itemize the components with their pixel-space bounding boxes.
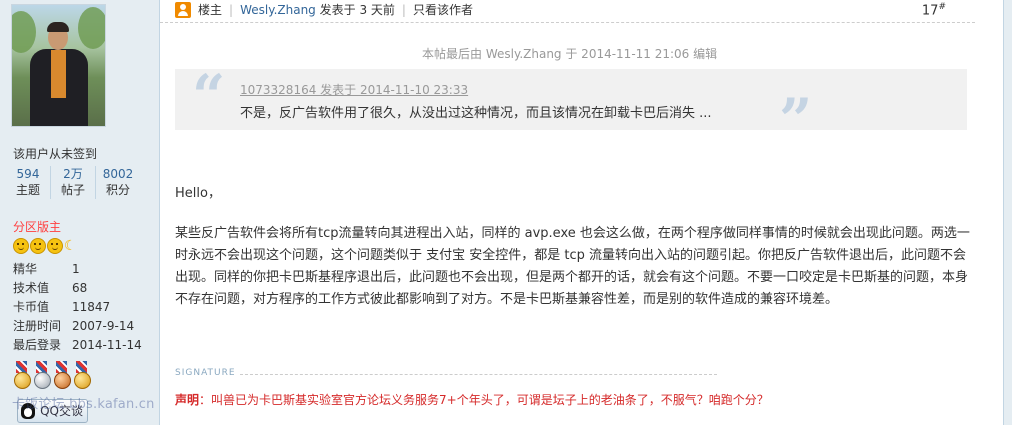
signature-prefix: 声明 [175,393,200,407]
role-label: 楼主 [198,3,223,17]
avatar-tree [12,11,36,53]
signature-text: ：叫兽已为卡巴斯基实验室官方论坛义务服务7+个年头了，可谓是坛子上的老油条了，不… [199,393,769,407]
stat-value[interactable]: 8002 [96,166,140,182]
info-value: 68 [72,281,88,295]
sun-face-icon [30,238,46,254]
user-group[interactable]: 分区版主 [13,218,61,235]
author-link[interactable]: Wesly.Zhang [240,3,316,17]
info-row: 注册时间 2007-9-14 [13,317,142,336]
quote-block: “ 1073328164 发表于 2014-11-10 23:33 不是，反广告… [175,62,967,149]
info-key: 技术值 [13,281,50,295]
info-row: 精华 1 [13,260,142,279]
posted-time: 发表于 3 天前 [319,3,395,17]
user-sidebar: 该用户从未签到 594 主题 2万 帖子 8002 积分 分区版主 ☾ 精华 1 … [0,0,160,425]
separator: | [401,3,406,17]
rank-stars: ☾ [13,238,77,254]
post-content: Hello， 某些反广告软件会将所有tcp流量转向其进程出入站，同样的 avp.… [175,183,970,311]
stat-label: 主题 [15,183,40,197]
floor-value: 17 [921,3,939,19]
avatar-shirt [51,50,66,98]
info-key: 注册时间 [13,319,62,333]
medal-icon[interactable] [33,361,51,391]
stat-posts[interactable]: 2万 帖子 [51,166,96,199]
info-row: 技术值 68 [13,279,142,298]
quote-text: 不是，反广告软件用了很久，从没出过这种情况，而且该情况在卸载卡巴后消失 ... [240,106,712,121]
floor-number[interactable]: 17# [922,2,946,18]
edit-note: 本帖最后由 Wesly.Zhang 于 2014-11-11 21:06 编辑 [422,47,718,61]
signature-divider [240,374,717,375]
thread-starter-icon [175,2,191,18]
info-row: 最后登录 2014-11-14 [13,336,142,355]
signature: 声明：叫兽已为卡巴斯基实验室官方论坛义务服务7+个年头了，可谓是坛子上的老油条了… [175,391,769,408]
info-value: 1 [72,262,80,276]
separator: | [229,3,234,17]
info-value: 2014-11-14 [72,338,142,352]
post-greeting: Hello， [175,186,221,201]
avatar-tree [78,7,105,49]
user-stats: 594 主题 2万 帖子 8002 积分 [6,166,140,199]
right-border [1003,0,1012,425]
avatar[interactable] [11,4,106,127]
post-meta: 楼主 | Wesly.Zhang 发表于 3 天前 | 只看该作者 [198,1,473,18]
medal-icon[interactable] [73,361,91,391]
post-paragraph: 某些反广告软件会将所有tcp流量转向其进程出入站，同样的 avp.exe 也会这… [175,226,970,307]
stat-topics[interactable]: 594 主题 [6,166,51,199]
quote-source-link[interactable]: 1073328164 发表于 2014-11-10 23:33 [240,81,468,98]
sun-face-icon [47,238,63,254]
medal-icon[interactable] [13,361,31,391]
signin-status: 该用户从未签到 [13,147,98,161]
info-key: 精华 [13,262,38,276]
only-author-link[interactable]: 只看该作者 [413,3,473,17]
stat-value[interactable]: 2万 [51,166,95,182]
open-quote-icon: “ [192,62,226,130]
qq-chat-button[interactable]: QQ交谈 [17,399,88,423]
info-value: 2007-9-14 [72,319,135,333]
info-key: 最后登录 [13,338,62,352]
post-header: 楼主 | Wesly.Zhang 发表于 3 天前 | 只看该作者 17# [160,0,975,23]
stat-points[interactable]: 8002 积分 [96,166,140,199]
moon-icon: ☾ [64,238,77,254]
floor-mark: # [938,2,946,12]
signature-label: SIGNATURE [175,368,236,378]
stat-label: 帖子 [60,183,85,197]
stat-value[interactable]: 594 [6,166,50,182]
info-row: 卡币值 11847 [13,298,142,317]
user-info: 精华 1 技术值 68 卡币值 11847 注册时间 2007-9-14 最后登录 201… [13,260,142,355]
sun-face-icon [13,238,29,254]
stat-label: 积分 [105,183,130,197]
info-value: 11847 [72,300,111,314]
qq-penguin-icon [21,403,35,419]
medal-icon[interactable] [53,361,71,391]
avatar-hair [47,22,69,32]
qq-chat-label: QQ交谈 [40,404,83,418]
info-key: 卡币值 [13,300,50,314]
close-quote-icon: ” [779,86,813,154]
